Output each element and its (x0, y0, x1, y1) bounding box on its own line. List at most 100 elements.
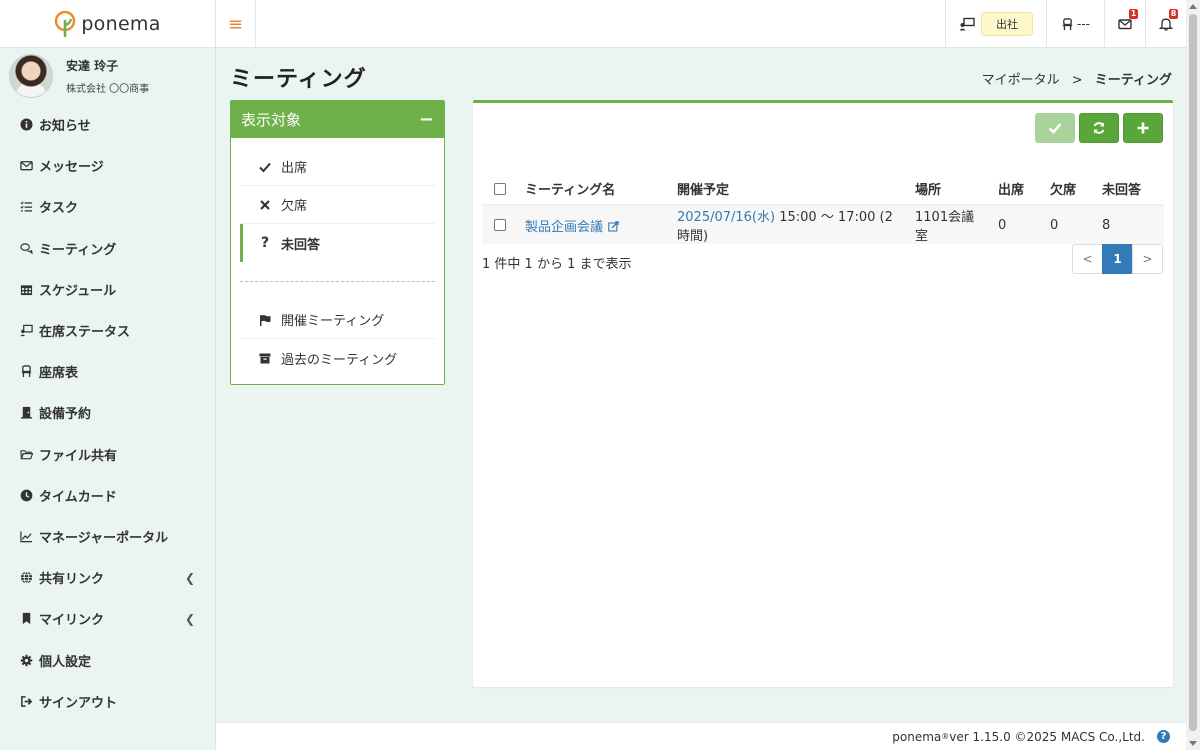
messages-button[interactable]: 1 (1104, 0, 1145, 48)
filter-item-past-meetings[interactable]: 過去のミーティング (240, 339, 435, 377)
col-header-place[interactable]: 場所 (908, 173, 991, 206)
breadcrumb-current: ミーティング (1094, 73, 1172, 88)
col-header-absent[interactable]: 欠席 (1043, 173, 1095, 206)
menu-toggle-button[interactable]: ≡ (216, 0, 256, 48)
help-icon[interactable]: ? (1157, 730, 1170, 743)
folder-icon (19, 447, 33, 461)
chair-icon (19, 365, 33, 379)
main-content: ミーティング マイポータル > ミーティング 表示対象 − 出席 欠席 ? 未回… (216, 48, 1186, 722)
col-header-schedule[interactable]: 開催予定 (670, 173, 908, 206)
presence-status-badge: 出社 (981, 12, 1033, 36)
sidebar-item-manager-portal[interactable]: マネージャーポータル (0, 516, 215, 557)
sidebar-item-presence[interactable]: 在席ステータス (0, 310, 215, 351)
chevron-left-icon: ❮ (184, 571, 195, 586)
select-all-checkbox[interactable] (494, 182, 506, 195)
meeting-table: ミーティング名 開催予定 場所 出席 欠席 未回答 製品企画会議 2025/07… (482, 173, 1164, 244)
filter-item-no-reply[interactable]: ? 未回答 (240, 224, 435, 262)
page-1-button[interactable]: 1 (1102, 244, 1133, 274)
refresh-icon (1092, 121, 1106, 135)
signout-icon (19, 694, 33, 708)
presence-icon (959, 17, 975, 31)
sidebar-item-signout[interactable]: サインアウト (0, 681, 215, 722)
meeting-list-panel: ミーティング名 開催予定 場所 出席 欠席 未回答 製品企画会議 2025/07… (473, 100, 1173, 687)
page-scrollbar[interactable] (1186, 0, 1200, 750)
col-header-attend[interactable]: 出席 (991, 173, 1043, 206)
breadcrumb: マイポータル > ミーティング (982, 69, 1172, 88)
sidebar-item-facility[interactable]: 設備予約 (0, 392, 215, 433)
sidebar-item-messages[interactable]: メッセージ (0, 145, 215, 186)
sidebar-item-tasks[interactable]: タスク (0, 186, 215, 227)
add-meeting-button[interactable] (1123, 113, 1163, 143)
result-summary: 1 件中 1 から 1 まで表示 (482, 257, 632, 272)
footer-registered-mark: ® (941, 732, 950, 741)
presence-status-button[interactable]: 出社 (945, 0, 1046, 48)
user-profile[interactable]: 安達 玲子 株式会社 〇〇商事 (0, 48, 215, 104)
avatar (9, 54, 53, 98)
user-name: 安達 玲子 (66, 59, 119, 73)
bell-icon (1159, 17, 1173, 31)
scroll-down-arrow-icon[interactable] (1189, 741, 1197, 746)
attend-count-cell: 0 (991, 205, 1043, 244)
app-name: ponema (81, 12, 161, 35)
col-header-no-reply[interactable]: 未回答 (1095, 173, 1164, 206)
x-icon (258, 199, 272, 211)
col-header-name[interactable]: ミーティング名 (518, 173, 670, 206)
tasks-icon (19, 200, 33, 214)
sidebar-item-news[interactable]: お知らせ (0, 104, 215, 145)
filter-response-list: 出席 欠席 ? 未回答 (231, 138, 444, 262)
sidebar-item-timecard[interactable]: タイムカード (0, 475, 215, 516)
topbar: ≡ 出社 --- 1 8 (216, 0, 1186, 48)
globe-icon (19, 571, 33, 585)
next-page-button[interactable]: > (1132, 244, 1163, 274)
chart-icon (19, 529, 33, 543)
chevron-left-icon: ❮ (184, 612, 195, 627)
logo[interactable]: ponema (0, 0, 215, 48)
footer-brand: ponema (892, 729, 942, 744)
sidebar: ponema 安達 玲子 株式会社 〇〇商事 お知らせ メッセージ タスク ミー… (0, 0, 216, 750)
external-edit-icon[interactable] (608, 220, 619, 232)
select-all-cell (482, 173, 518, 206)
footer: ponema ® ver 1.15.0 ©2025 MACS Co.,Ltd. ? (216, 722, 1186, 750)
prev-page-button[interactable]: < (1072, 244, 1103, 274)
meeting-name-link[interactable]: 製品企画会議 (525, 220, 603, 235)
row-select-cell (482, 205, 518, 244)
sidebar-item-schedule[interactable]: スケジュール (0, 269, 215, 310)
collapse-button[interactable]: − (419, 109, 434, 130)
divider (240, 281, 435, 282)
chair-icon (1061, 17, 1074, 31)
confirm-button[interactable] (1035, 113, 1075, 143)
sidebar-item-files[interactable]: ファイル共有 (0, 434, 215, 475)
footer-version: ver 1.15.0 ©2025 MACS Co.,Ltd. (949, 729, 1145, 744)
sidebar-nav: お知らせ メッセージ タスク ミーティング スケジュール 在席ステータス 座席表 (0, 104, 215, 722)
notifications-button[interactable]: 8 (1145, 0, 1186, 48)
breadcrumb-my-portal[interactable]: マイポータル (982, 73, 1060, 88)
toolbar (1035, 113, 1163, 143)
no-reply-count-cell: 8 (1095, 205, 1164, 244)
refresh-button[interactable] (1079, 113, 1119, 143)
scroll-up-arrow-icon[interactable] (1189, 4, 1197, 9)
plus-icon (1136, 121, 1150, 135)
sidebar-item-shared-links[interactable]: 共有リンク ❮ (0, 557, 215, 598)
door-icon (19, 406, 33, 420)
sidebar-item-my-links[interactable]: マイリンク ❮ (0, 598, 215, 639)
absent-count-cell: 0 (1043, 205, 1095, 244)
check-icon (1048, 121, 1062, 135)
envelope-icon (1118, 17, 1132, 31)
sidebar-item-meetings[interactable]: ミーティング (0, 228, 215, 269)
scrollbar-thumb[interactable] (1189, 14, 1197, 731)
seat-button[interactable]: --- (1046, 0, 1104, 48)
meeting-date-link[interactable]: 2025/07/16(水) (677, 210, 775, 225)
gear-icon (19, 653, 33, 667)
row-checkbox[interactable] (494, 219, 506, 231)
pagination: < 1 > (1072, 244, 1163, 274)
question-icon: ? (260, 235, 270, 251)
filter-item-hosted-meetings[interactable]: 開催ミーティング (240, 301, 435, 339)
table-header-row: ミーティング名 開催予定 場所 出席 欠席 未回答 (482, 173, 1164, 206)
table-row: 製品企画会議 2025/07/16(水) 15:00 〜 17:00 (2時間)… (482, 205, 1164, 244)
sidebar-item-settings[interactable]: 個人設定 (0, 639, 215, 680)
filter-meeting-list: 開催ミーティング 過去のミーティング (231, 301, 444, 377)
filter-item-attend[interactable]: 出席 (240, 148, 435, 186)
info-icon (19, 118, 33, 132)
sidebar-item-seating[interactable]: 座席表 (0, 351, 215, 392)
filter-item-absent[interactable]: 欠席 (240, 186, 435, 224)
